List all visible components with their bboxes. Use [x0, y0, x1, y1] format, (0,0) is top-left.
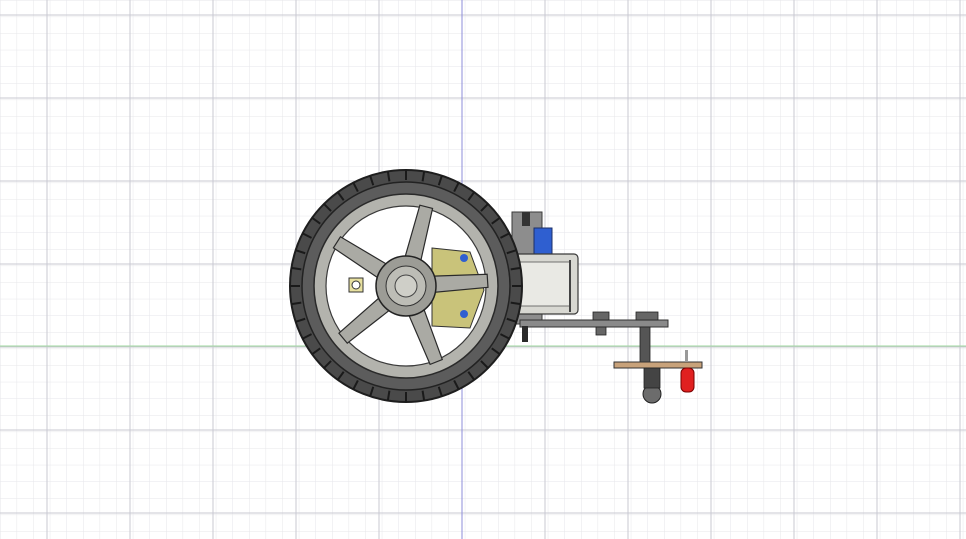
encoder-board[interactable] [533, 227, 553, 255]
sensor-pcb[interactable] [613, 361, 703, 369]
wheel-assembly[interactable] [289, 169, 523, 403]
led[interactable] [680, 367, 695, 393]
bottom-screw [522, 326, 528, 342]
chassis-plate[interactable] [519, 319, 669, 328]
top-screw [522, 212, 530, 226]
cad-viewport[interactable] [0, 0, 966, 539]
